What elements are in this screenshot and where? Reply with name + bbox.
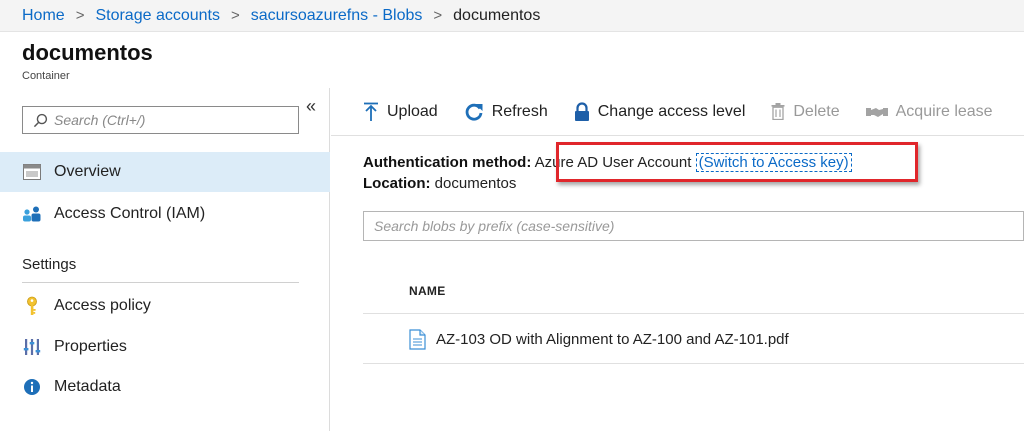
toolbar: Upload Refresh Change access level Delet… bbox=[331, 88, 1024, 136]
file-icon bbox=[409, 329, 426, 350]
auth-method-label: Authentication method: bbox=[363, 154, 532, 171]
info-icon bbox=[22, 377, 42, 397]
breadcrumb-current: documentos bbox=[453, 6, 541, 24]
collapse-sidebar-button[interactable]: « bbox=[306, 96, 316, 117]
properties-icon bbox=[22, 337, 42, 357]
breadcrumb-separator: > bbox=[230, 7, 240, 24]
upload-icon bbox=[363, 102, 379, 122]
breadcrumb-home[interactable]: Home bbox=[22, 7, 65, 25]
sidebar-item-metadata[interactable]: Metadata bbox=[0, 367, 330, 407]
breadcrumb-separator: > bbox=[433, 7, 443, 24]
sidebar-search-input[interactable] bbox=[54, 112, 284, 128]
settings-heading: Settings bbox=[22, 256, 77, 273]
upload-button[interactable]: Upload bbox=[363, 102, 438, 122]
table-header: NAME bbox=[363, 268, 1024, 314]
key-icon bbox=[22, 296, 42, 316]
page-subtitle: Container bbox=[22, 70, 70, 82]
sidebar-item-label: Properties bbox=[54, 338, 127, 355]
iam-icon bbox=[22, 204, 42, 224]
page-title: documentos bbox=[22, 40, 153, 65]
sidebar-search-box[interactable] bbox=[22, 106, 299, 134]
auth-method-line: Authentication method: Azure AD User Acc… bbox=[363, 152, 852, 173]
location-label: Location: bbox=[363, 175, 431, 192]
column-header-name[interactable]: NAME bbox=[409, 284, 446, 298]
refresh-label: Refresh bbox=[491, 102, 548, 120]
sidebar-item-access-control[interactable]: Access Control (IAM) bbox=[0, 194, 330, 234]
table-row[interactable]: AZ-103 OD with Alignment to AZ-100 and A… bbox=[363, 316, 1024, 364]
acquire-lease-label: Acquire lease bbox=[895, 102, 993, 120]
breadcrumb-separator: > bbox=[75, 7, 85, 24]
sidebar-item-label: Metadata bbox=[54, 378, 121, 395]
search-icon bbox=[33, 113, 48, 127]
sidebar-item-properties[interactable]: Properties bbox=[0, 327, 330, 367]
handshake-icon bbox=[865, 105, 888, 119]
change-access-level-button[interactable]: Change access level bbox=[574, 101, 746, 122]
sidebar-item-label: Overview bbox=[54, 163, 121, 180]
blob-search-box[interactable] bbox=[363, 211, 1024, 241]
sidebar-item-label: Access policy bbox=[54, 297, 151, 314]
lock-icon bbox=[574, 101, 590, 122]
location-value: documentos bbox=[434, 175, 517, 192]
blob-search-input[interactable] bbox=[374, 218, 1014, 234]
refresh-button[interactable]: Refresh bbox=[464, 102, 548, 122]
breadcrumb-blobs[interactable]: sacursoazurefns - Blobs bbox=[251, 7, 423, 25]
delete-button[interactable]: Delete bbox=[771, 102, 840, 121]
upload-label: Upload bbox=[387, 102, 438, 120]
divider bbox=[22, 282, 299, 283]
acquire-lease-button[interactable]: Acquire lease bbox=[865, 102, 993, 121]
sidebar-item-access-policy[interactable]: Access policy bbox=[0, 286, 330, 326]
location-line: Location: documentos bbox=[363, 173, 852, 194]
sidebar-item-overview[interactable]: Overview bbox=[0, 152, 330, 192]
refresh-icon bbox=[464, 102, 484, 122]
blob-name: AZ-103 OD with Alignment to AZ-100 and A… bbox=[436, 331, 789, 348]
overview-icon bbox=[22, 162, 42, 182]
switch-to-access-key-link[interactable]: (Switch to Access key) bbox=[695, 153, 852, 172]
delete-label: Delete bbox=[793, 102, 840, 120]
sidebar-item-label: Access Control (IAM) bbox=[54, 205, 206, 222]
auth-method-value: Azure AD User Account bbox=[534, 154, 692, 171]
change-access-level-label: Change access level bbox=[597, 102, 746, 120]
container-info: Authentication method: Azure AD User Acc… bbox=[363, 152, 852, 194]
breadcrumb: Home > Storage accounts > sacursoazurefn… bbox=[0, 0, 1024, 32]
breadcrumb-storage-accounts[interactable]: Storage accounts bbox=[95, 7, 220, 25]
trash-icon bbox=[771, 103, 785, 120]
